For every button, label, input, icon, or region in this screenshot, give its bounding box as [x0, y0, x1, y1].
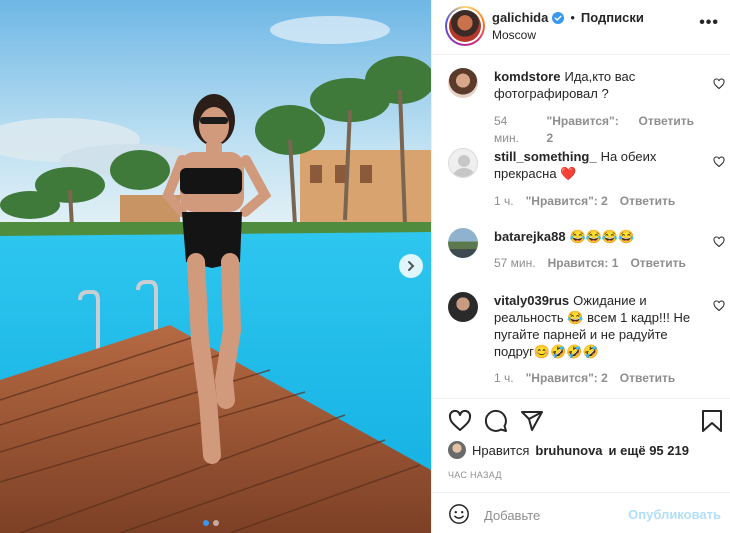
comment-username[interactable]: komdstore — [494, 69, 560, 84]
verified-badge-icon — [552, 11, 565, 24]
comment-icon[interactable] — [484, 409, 508, 433]
commenter-avatar[interactable] — [448, 68, 478, 98]
chevron-right-icon — [408, 261, 415, 271]
following-button[interactable]: Подписки — [581, 10, 644, 25]
liked-by-user[interactable]: bruhunova — [535, 443, 602, 458]
more-options-icon[interactable]: ••• — [699, 14, 719, 32]
comment-username[interactable]: still_something_ — [494, 149, 597, 164]
emoji-icon[interactable] — [448, 503, 470, 525]
comment-likes[interactable]: "Нравится": 2 — [526, 370, 608, 387]
post-timestamp[interactable]: ЧАС НАЗАД — [448, 470, 502, 480]
post-actions: Нравится bruhunova и ещё 95 219 ЧАС НАЗА… — [432, 398, 730, 533]
post-photo[interactable] — [0, 0, 431, 533]
post-sidebar: galichida • Подписки Moscow ••• komdstor… — [431, 0, 730, 533]
comment-like-heart-icon[interactable] — [713, 156, 725, 168]
reply-button[interactable]: Ответить — [639, 113, 694, 147]
comment-input[interactable] — [484, 505, 624, 525]
post-header: galichida • Подписки Moscow ••• — [432, 0, 730, 55]
post-location[interactable]: Moscow — [492, 28, 536, 42]
comment-likes[interactable]: Нравится: 1 — [548, 255, 619, 272]
reply-button[interactable]: Ответить — [620, 193, 675, 210]
comment-likes[interactable]: "Нравится": 2 — [526, 193, 608, 210]
publish-button[interactable]: Опубликовать — [628, 507, 721, 522]
bookmark-icon[interactable] — [701, 409, 723, 433]
comment-like-heart-icon[interactable] — [713, 300, 725, 312]
liked-by-prefix: Нравится — [472, 442, 530, 458]
liked-by-avatar[interactable] — [448, 441, 466, 459]
reply-button[interactable]: Ответить — [630, 255, 685, 272]
carousel-dot — [213, 520, 219, 526]
liked-by: Нравится bruhunova и ещё 95 219 — [448, 441, 689, 459]
comment-time[interactable]: 1 ч. — [494, 370, 514, 387]
photo-scene — [0, 0, 431, 533]
author-avatar[interactable] — [445, 6, 485, 46]
separator-dot: • — [570, 10, 575, 25]
comment-time[interactable]: 57 мин. — [494, 255, 536, 272]
default-avatar-icon — [453, 155, 475, 177]
carousel-next-button[interactable] — [399, 254, 423, 278]
comment-time[interactable]: 54 мин. — [494, 113, 535, 147]
heart-icon[interactable] — [448, 409, 472, 433]
liked-by-count[interactable]: и ещё 95 219 — [609, 443, 689, 458]
commenter-avatar[interactable] — [448, 292, 478, 322]
share-icon[interactable] — [520, 409, 544, 433]
comments-list[interactable]: komdstore Ида,кто вас фотографировал ? 54… — [432, 56, 730, 398]
comment-like-heart-icon[interactable] — [713, 236, 725, 248]
comment-time[interactable]: 1 ч. — [494, 193, 514, 210]
author-username[interactable]: galichida — [492, 10, 548, 25]
commenter-avatar[interactable] — [448, 228, 478, 258]
reply-button[interactable]: Ответить — [620, 370, 675, 387]
comment-like-heart-icon[interactable] — [713, 78, 725, 90]
carousel-indicator — [203, 520, 219, 526]
comment-text: 😂😂😂😂 — [569, 229, 635, 244]
comment-username[interactable]: batarejka88 — [494, 229, 566, 244]
carousel-dot-active — [203, 520, 209, 526]
commenter-avatar[interactable] — [448, 148, 478, 178]
comment-username[interactable]: vitaly039rus — [494, 293, 569, 308]
comment-likes[interactable]: "Нравится": 2 — [547, 113, 627, 147]
add-comment-bar: Опубликовать — [432, 492, 730, 533]
